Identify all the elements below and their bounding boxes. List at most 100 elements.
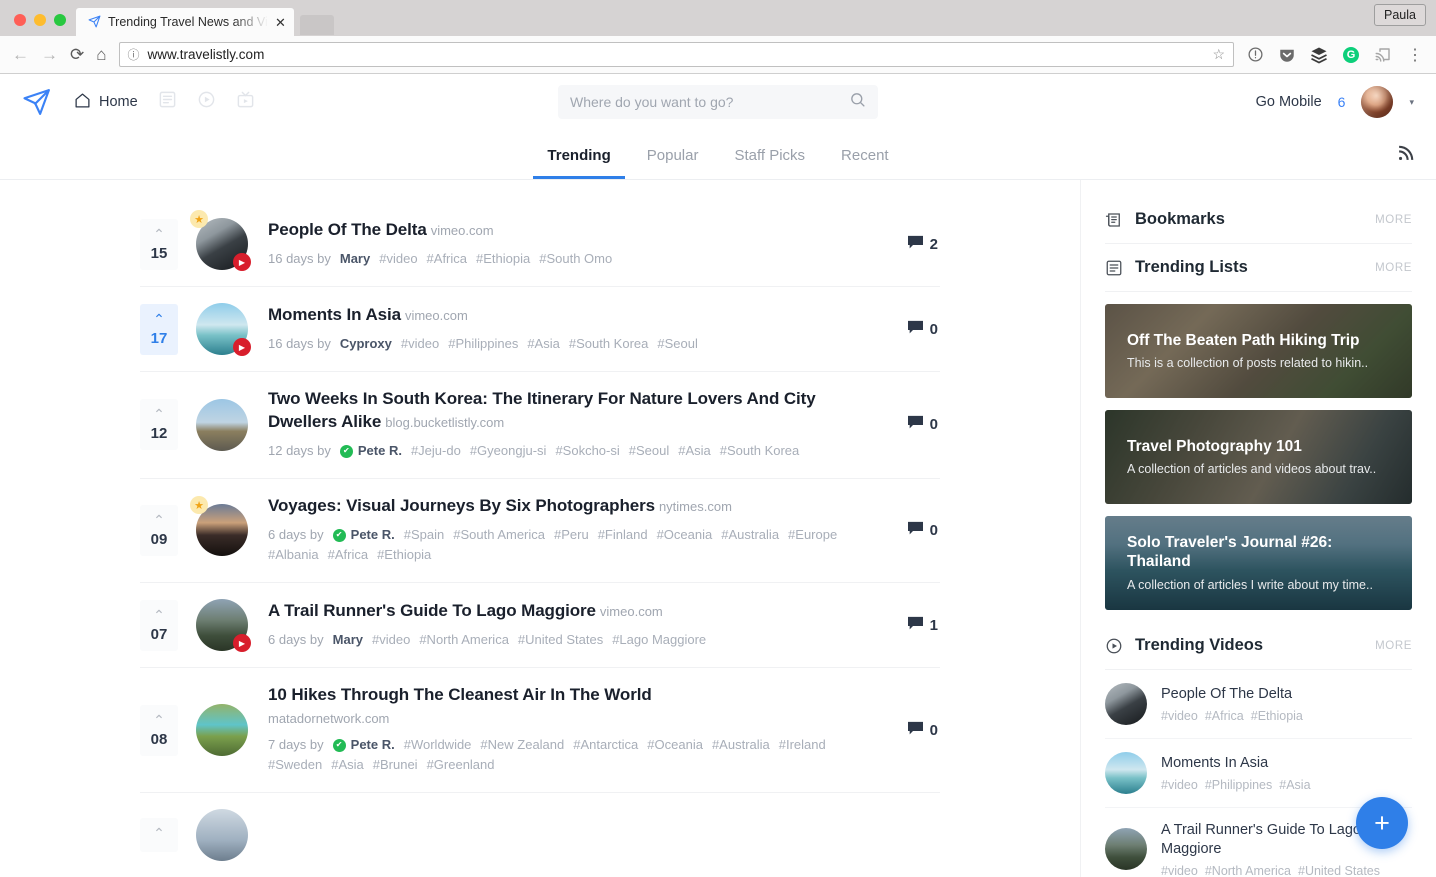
comment-count-button[interactable]: 2 bbox=[907, 235, 940, 254]
reload-icon[interactable]: ⟳ bbox=[70, 46, 84, 63]
bookmark-star-icon[interactable]: ☆ bbox=[1212, 46, 1225, 63]
tab-trending[interactable]: Trending bbox=[533, 147, 625, 179]
cast-icon[interactable] bbox=[1374, 46, 1392, 64]
post-thumbnail[interactable] bbox=[196, 809, 248, 862]
forward-icon[interactable]: → bbox=[41, 46, 58, 63]
close-window-button[interactable] bbox=[14, 14, 26, 26]
post-tag[interactable]: #Asia bbox=[527, 334, 560, 355]
grammarly-icon[interactable]: G bbox=[1342, 46, 1360, 64]
trending-video-tag[interactable]: #Africa bbox=[1205, 709, 1244, 723]
tab-staff-picks[interactable]: Staff Picks bbox=[720, 147, 819, 179]
post-tag[interactable]: #Spain bbox=[404, 525, 444, 546]
home-icon[interactable]: ⌂ bbox=[96, 46, 106, 63]
post-author[interactable]: Mary bbox=[333, 630, 363, 651]
browser-menu-icon[interactable]: ⋮ bbox=[1406, 46, 1424, 64]
search-bar[interactable] bbox=[558, 85, 878, 119]
post-tag[interactable]: #Lago Maggiore bbox=[612, 630, 706, 651]
upvote-button[interactable]: ⌃ 08 bbox=[140, 704, 178, 756]
site-logo-icon[interactable] bbox=[22, 87, 52, 117]
go-mobile-link[interactable]: Go Mobile bbox=[1256, 94, 1322, 110]
post-tag[interactable]: #Albania bbox=[268, 545, 319, 566]
post-tag[interactable]: #Jeju-do bbox=[411, 441, 461, 462]
comment-count-button[interactable]: 0 bbox=[907, 320, 940, 339]
back-icon[interactable]: ← bbox=[12, 46, 29, 63]
post-author[interactable]: Cyproxy bbox=[340, 334, 392, 355]
post-tag[interactable]: #Europe bbox=[788, 525, 837, 546]
user-avatar[interactable] bbox=[1361, 86, 1394, 118]
post-tag[interactable]: #Oceania bbox=[647, 735, 703, 756]
post-thumbnail[interactable]: ▶ bbox=[196, 599, 251, 653]
post-tag[interactable]: #Australia bbox=[712, 735, 770, 756]
post-tag[interactable]: #Finland bbox=[598, 525, 648, 546]
post-tag[interactable]: #United States bbox=[518, 630, 603, 651]
tab-popular[interactable]: Popular bbox=[633, 147, 713, 179]
post-tag[interactable]: #Seoul bbox=[629, 441, 669, 462]
browser-profile-button[interactable]: Paula bbox=[1374, 4, 1426, 26]
info-circle-icon[interactable] bbox=[1246, 46, 1264, 64]
trending-video-tag[interactable]: #video bbox=[1161, 778, 1198, 792]
post-tag[interactable]: #video bbox=[372, 630, 410, 651]
trending-video-tag[interactable]: #Philippines bbox=[1205, 778, 1272, 792]
site-info-icon[interactable]: ⓘ bbox=[128, 46, 140, 63]
post-title[interactable]: Voyages: Visual Journeys By Six Photogra… bbox=[268, 496, 655, 515]
post-tag[interactable]: #Gyeongju-si bbox=[470, 441, 547, 462]
post-tag[interactable]: #Asia bbox=[331, 755, 364, 776]
maximize-window-button[interactable] bbox=[54, 14, 66, 26]
browser-tab[interactable]: Trending Travel News and Vide ✕ bbox=[76, 8, 294, 36]
nav-item-home[interactable]: Home bbox=[74, 92, 138, 113]
trending-video-tag[interactable]: #North America bbox=[1205, 864, 1291, 877]
trending-video-row[interactable]: People Of The Delta #video #Africa #Ethiopi… bbox=[1105, 670, 1412, 739]
post-title[interactable]: Two Weeks In South Korea: The Itinerary … bbox=[268, 389, 816, 431]
notification-count-badge[interactable]: 6 bbox=[1338, 94, 1346, 110]
bookmarks-more-link[interactable]: MORE bbox=[1375, 214, 1412, 226]
post-thumbnail[interactable]: ★ bbox=[190, 496, 248, 557]
minimize-window-button[interactable] bbox=[34, 14, 46, 26]
trending-list-card[interactable]: Travel Photography 101 A collection of ar… bbox=[1105, 410, 1412, 504]
post-tag[interactable]: #video bbox=[379, 249, 417, 270]
post-thumbnail[interactable] bbox=[196, 398, 248, 451]
new-tab-button[interactable] bbox=[299, 15, 334, 35]
upvote-button[interactable]: ⌃ 12 bbox=[140, 399, 178, 451]
post-author[interactable]: Pete R. bbox=[351, 735, 395, 756]
post-tag[interactable]: #video bbox=[401, 334, 439, 355]
post-title[interactable]: Moments In Asia bbox=[268, 305, 401, 324]
post-tag[interactable]: #Worldwide bbox=[404, 735, 472, 756]
upvote-button[interactable]: ⌃ 15 bbox=[140, 218, 178, 270]
post-tag[interactable]: #Seoul bbox=[657, 334, 697, 355]
trending-videos-more-link[interactable]: MORE bbox=[1375, 640, 1412, 652]
upvote-button[interactable]: ⌃ 09 bbox=[140, 504, 178, 556]
trending-video-tag[interactable]: #Ethiopia bbox=[1251, 709, 1303, 723]
post-author[interactable]: Pete R. bbox=[358, 441, 402, 462]
post-tag[interactable]: #Ireland bbox=[779, 735, 826, 756]
post-author[interactable]: Mary bbox=[340, 249, 370, 270]
post-tag[interactable]: #Africa bbox=[328, 545, 368, 566]
layers-icon[interactable] bbox=[1310, 46, 1328, 64]
post-tag[interactable]: #New Zealand bbox=[480, 735, 564, 756]
url-bar[interactable]: ⓘ www.travelistly.com ☆ bbox=[118, 42, 1234, 67]
upvote-button[interactable]: ⌃ 17 bbox=[140, 303, 178, 355]
post-tag[interactable]: #Antarctica bbox=[573, 735, 638, 756]
post-tag[interactable]: #Greenland bbox=[427, 755, 495, 776]
post-tag[interactable]: #South Korea bbox=[569, 334, 649, 355]
create-post-fab[interactable]: + bbox=[1356, 797, 1408, 849]
post-tag[interactable]: #Africa bbox=[427, 249, 467, 270]
post-tag[interactable]: #Sweden bbox=[268, 755, 322, 776]
upvote-button[interactable]: ⌃ bbox=[140, 818, 178, 853]
post-tag[interactable]: #South Omo bbox=[539, 249, 612, 270]
post-tag[interactable]: #Asia bbox=[678, 441, 711, 462]
trending-video-tag[interactable]: #Asia bbox=[1279, 778, 1310, 792]
nav-item-articles[interactable] bbox=[158, 90, 177, 114]
post-tag[interactable]: #North America bbox=[419, 630, 509, 651]
search-icon[interactable] bbox=[849, 91, 866, 113]
tab-recent[interactable]: Recent bbox=[827, 147, 903, 179]
post-title[interactable]: 10 Hikes Through The Cleanest Air In The… bbox=[268, 685, 652, 704]
trending-video-tag[interactable]: #video bbox=[1161, 864, 1198, 877]
comment-count-button[interactable]: 1 bbox=[907, 616, 940, 635]
post-tag[interactable]: #Sokcho-si bbox=[555, 441, 619, 462]
nav-item-videos[interactable] bbox=[197, 90, 216, 114]
search-input[interactable] bbox=[570, 94, 849, 110]
trending-lists-more-link[interactable]: MORE bbox=[1375, 262, 1412, 274]
rss-feed-icon[interactable] bbox=[1397, 145, 1414, 167]
post-tag[interactable]: #South Korea bbox=[720, 441, 800, 462]
comment-count-button[interactable]: 0 bbox=[907, 721, 940, 740]
